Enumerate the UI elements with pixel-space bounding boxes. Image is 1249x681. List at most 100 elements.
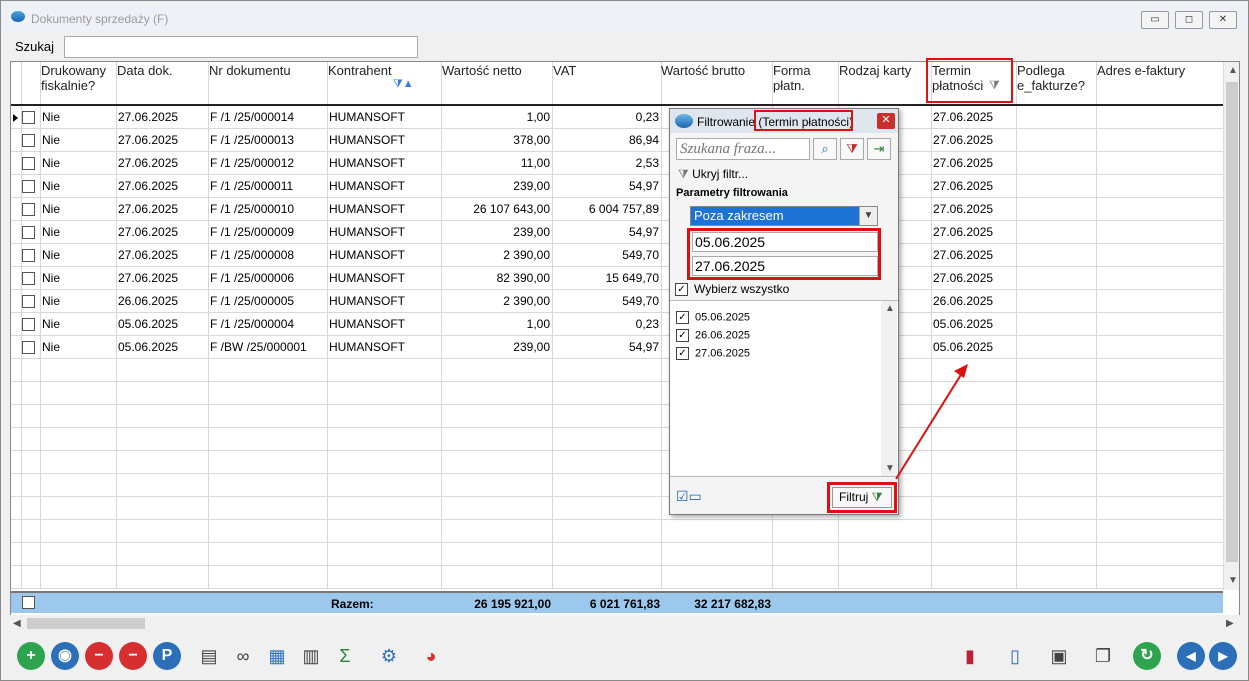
phrase-search-input[interactable] xyxy=(676,138,810,160)
row-checkbox[interactable] xyxy=(22,157,35,170)
table-row[interactable] xyxy=(11,405,1223,428)
report-chart-icon[interactable]: ▮ xyxy=(956,642,984,670)
row-checkbox[interactable] xyxy=(22,226,35,239)
table-row[interactable]: Nie 27.06.2025 F /1 /25/000012 HUMANSOFT 11,… xyxy=(11,152,1223,175)
col-header-data[interactable]: Data dok. xyxy=(117,63,173,78)
settings-gears-icon[interactable]: ⚙ xyxy=(375,642,403,670)
col-header-kontrahent[interactable]: Kontrahent xyxy=(328,63,392,78)
shredder-icon[interactable]: ▥ xyxy=(297,642,325,670)
binoculars-icon[interactable]: ∞ xyxy=(229,642,257,670)
apply-exit-icon[interactable]: ⇥ xyxy=(867,138,891,160)
footer-checkbox[interactable] xyxy=(22,596,35,609)
preview-icon[interactable]: ◉ xyxy=(51,642,79,670)
windows-icon[interactable]: ❐ xyxy=(1089,642,1117,670)
table-row[interactable] xyxy=(11,359,1223,382)
table-row[interactable] xyxy=(11,474,1223,497)
scroll-left-icon[interactable]: ◀ xyxy=(13,618,21,629)
range-mode-select[interactable]: Poza zakresem ▼ xyxy=(690,206,878,226)
col-header-rodzaj[interactable]: Rodzaj karty xyxy=(839,63,911,78)
table-row[interactable] xyxy=(11,428,1223,451)
table-row[interactable] xyxy=(11,451,1223,474)
add-icon[interactable]: + xyxy=(17,642,45,670)
col-header-netto[interactable]: Wartość netto xyxy=(442,63,522,78)
filter-button[interactable]: Filtruj ⧩ xyxy=(832,487,892,508)
row-checkbox[interactable] xyxy=(22,272,35,285)
col-header-adres[interactable]: Adres e-faktury xyxy=(1097,63,1185,78)
filter-sort-icon[interactable]: ⧩▲ xyxy=(393,78,414,91)
close-button[interactable]: ✕ xyxy=(1209,11,1237,29)
col-header-vat[interactable]: VAT xyxy=(553,63,576,78)
date-to-input[interactable]: 27.06.2025 xyxy=(692,256,878,276)
scroll-down-icon[interactable]: ▼ xyxy=(1228,575,1238,586)
row-checkbox[interactable] xyxy=(22,111,35,124)
value-item[interactable]: ✓ 27.06.2025 xyxy=(676,347,750,360)
minimize-button[interactable]: ▭ xyxy=(1141,11,1169,29)
select-all-checkbox[interactable]: ✓ Wybierz wszystko xyxy=(675,282,789,297)
row-checkbox[interactable] xyxy=(22,203,35,216)
next-icon[interactable]: ▶ xyxy=(1209,642,1237,670)
table-row[interactable]: Nie 27.06.2025 F /1 /25/000006 HUMANSOFT 82 … xyxy=(11,267,1223,290)
window-chart-icon[interactable]: ◕ xyxy=(417,642,445,670)
scroll-up-icon[interactable]: ▲ xyxy=(1228,65,1238,76)
col-header-efaktura[interactable]: Podlega e_fakturze? xyxy=(1017,63,1085,93)
toggle-check-icon[interactable]: ☑▭ xyxy=(676,488,704,508)
save-icon[interactable]: ▣ xyxy=(1045,642,1073,670)
cell-netto: 239,00 xyxy=(513,340,550,354)
sum-icon[interactable]: Σ xyxy=(331,642,359,670)
refresh-icon[interactable]: ↻ xyxy=(1133,642,1161,670)
col-header-forma[interactable]: Forma płatn. xyxy=(773,63,811,93)
horizontal-scrollbar[interactable]: ◀ ▶ xyxy=(10,615,1240,632)
maximize-button[interactable]: ◻ xyxy=(1175,11,1203,29)
table-row[interactable]: Nie 05.06.2025 F /BW /25/000001 HUMANSOFT 23… xyxy=(11,336,1223,359)
table-row[interactable] xyxy=(11,382,1223,405)
table-row[interactable]: Nie 27.06.2025 F /1 /25/000014 HUMANSOFT 1,0… xyxy=(11,106,1223,129)
col-header-drukowany[interactable]: Drukowany fiskalnie? xyxy=(41,63,106,93)
col-header-nr[interactable]: Nr dokumentu xyxy=(209,63,291,78)
row-checkbox[interactable] xyxy=(22,180,35,193)
prev-icon[interactable]: ◀ xyxy=(1177,642,1205,670)
row-checkbox[interactable] xyxy=(22,341,35,354)
search-icon[interactable]: ⌕ xyxy=(813,138,837,160)
list-scroll-down-icon[interactable]: ▼ xyxy=(885,463,895,474)
row-checkbox[interactable] xyxy=(22,134,35,147)
table-row[interactable] xyxy=(11,543,1223,566)
table-row[interactable] xyxy=(11,566,1223,589)
date-from-input[interactable]: 05.06.2025 xyxy=(692,232,878,252)
hide-filter-link[interactable]: ⧩ Ukryj filtr... xyxy=(678,167,748,182)
delete-icon[interactable]: − xyxy=(85,642,113,670)
list-scroll-up-icon[interactable]: ▲ xyxy=(885,303,895,314)
scroll-right-icon[interactable]: ▶ xyxy=(1226,618,1234,629)
table-row[interactable]: Nie 26.06.2025 F /1 /25/000005 HUMANSOFT 2 3… xyxy=(11,290,1223,313)
params-label: Parametry filtrowania xyxy=(676,187,788,199)
print-icon[interactable]: ▤ xyxy=(195,642,223,670)
table-row[interactable]: Nie 05.06.2025 F /1 /25/000004 HUMANSOFT 1,0… xyxy=(11,313,1223,336)
table-row[interactable] xyxy=(11,497,1223,520)
hscroll-thumb[interactable] xyxy=(27,618,145,629)
search-bar: Szukaj xyxy=(1,34,1248,61)
table-row[interactable]: Nie 27.06.2025 F /1 /25/000010 HUMANSOFT 26 … xyxy=(11,198,1223,221)
row-checkbox[interactable] xyxy=(22,318,35,331)
popup-close-icon[interactable]: ✕ xyxy=(877,113,895,129)
table-row[interactable]: Nie 27.06.2025 F /1 /25/000011 HUMANSOFT 239… xyxy=(11,175,1223,198)
col-header-brutto[interactable]: Wartość brutto xyxy=(661,63,745,78)
table-row[interactable]: Nie 27.06.2025 F /1 /25/000013 HUMANSOFT 378… xyxy=(11,129,1223,152)
table-row[interactable] xyxy=(11,520,1223,543)
table-row[interactable]: Nie 27.06.2025 F /1 /25/000008 HUMANSOFT 2 3… xyxy=(11,244,1223,267)
document-icon[interactable]: ▯ xyxy=(1001,642,1029,670)
search-input[interactable] xyxy=(64,36,418,58)
table-row[interactable]: Nie 27.06.2025 F /1 /25/000009 HUMANSOFT 239… xyxy=(11,221,1223,244)
clear-filter-icon[interactable]: ⧩ xyxy=(840,138,864,160)
row-checkbox[interactable] xyxy=(22,249,35,262)
calendar-icon[interactable]: ▦ xyxy=(263,642,291,670)
row-checkbox[interactable] xyxy=(22,295,35,308)
value-item[interactable]: ✓ 05.06.2025 xyxy=(676,311,750,324)
cancel-icon[interactable]: − xyxy=(119,642,147,670)
value-item[interactable]: ✓ 26.06.2025 xyxy=(676,329,750,342)
parking-icon[interactable]: P xyxy=(153,642,181,670)
cell-nr: F /1 /25/000011 xyxy=(210,179,294,193)
vertical-scrollbar[interactable]: ▲ ▼ xyxy=(1223,62,1239,590)
list-scrollbar[interactable]: ▲ ▼ xyxy=(881,301,897,476)
app-icon xyxy=(11,11,25,22)
scroll-thumb[interactable] xyxy=(1226,82,1238,562)
chevron-down-icon[interactable]: ▼ xyxy=(859,207,877,225)
